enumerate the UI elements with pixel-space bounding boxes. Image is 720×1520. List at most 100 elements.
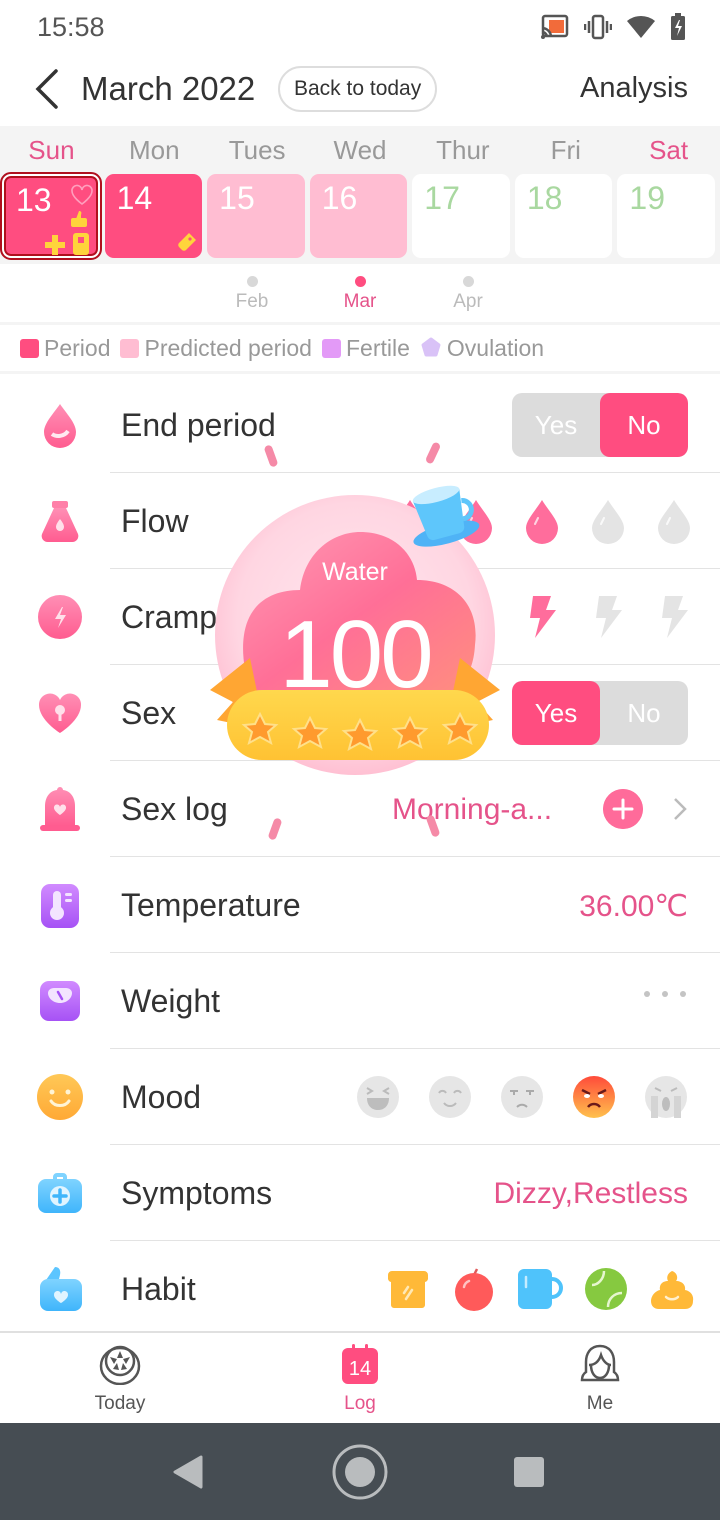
row-end-period: End period Yes No — [0, 377, 720, 473]
habit-exercise[interactable] — [582, 1263, 630, 1315]
chevron-left-icon[interactable] — [30, 68, 64, 110]
day-cell-14[interactable]: 14 — [104, 174, 203, 258]
cramps-level-3[interactable] — [518, 591, 566, 643]
symptoms-value: Dizzy,Restless — [493, 1177, 688, 1210]
drop-icon — [44, 404, 76, 448]
row-symptoms[interactable]: Symptoms Dizzy,Restless — [0, 1145, 720, 1241]
day-cell-17[interactable]: 17 — [412, 174, 510, 258]
system-home-icon[interactable] — [331, 1443, 389, 1501]
scale-icon — [40, 981, 80, 1021]
flow-level-5[interactable] — [650, 495, 698, 547]
month-label: Apr — [453, 291, 483, 312]
day-number: 15 — [219, 180, 255, 216]
cramps-level-2[interactable] — [452, 591, 500, 643]
status-time: 15:58 — [37, 12, 105, 42]
mood-angry[interactable] — [570, 1071, 618, 1123]
back-to-today-button[interactable]: Back to today — [278, 66, 438, 112]
condom-icon — [73, 233, 89, 255]
row-label: Sex — [121, 695, 177, 731]
weight-more-icon[interactable] — [644, 991, 686, 997]
weekday-label: Wed — [333, 135, 387, 165]
month-dot — [246, 276, 258, 287]
bottom-navigation: Today 14 Log Me — [0, 1331, 720, 1423]
drop-icon — [394, 500, 426, 544]
flow-level-4[interactable] — [584, 495, 632, 547]
row-temperature[interactable]: Temperature 36.00℃ — [0, 857, 720, 953]
analysis-button[interactable]: Analysis — [580, 72, 688, 105]
month-mar[interactable]: Mar — [330, 276, 390, 313]
day-cell-19[interactable]: 19 — [617, 174, 715, 258]
drop-icon — [658, 500, 690, 544]
day-number: 13 — [16, 182, 52, 218]
month-label: Mar — [343, 291, 377, 312]
day-cell-15[interactable]: 15 — [207, 174, 305, 258]
legend-label: Fertile — [345, 334, 410, 361]
add-sex-log-button[interactable] — [603, 789, 643, 829]
nav-me[interactable]: Me — [480, 1333, 720, 1423]
mood-selector — [354, 1071, 690, 1123]
day-cell-18[interactable]: 18 — [514, 174, 613, 258]
profile-icon — [580, 1344, 620, 1382]
weekday-label: Sat — [649, 135, 689, 165]
legend-predicted-period: Predicted period — [120, 335, 312, 362]
row-weight[interactable]: Weight — [0, 953, 720, 1049]
mood-happy[interactable] — [426, 1071, 474, 1123]
cup-icon — [518, 1269, 563, 1309]
drop-icon — [460, 500, 492, 544]
bolt-icon — [398, 596, 424, 638]
angry-face-icon — [573, 1076, 615, 1118]
app-header: March 2022 Back to today Analysis — [0, 52, 720, 126]
day-cell-16[interactable]: 16 — [309, 174, 408, 258]
flow-level-1[interactable] — [386, 495, 434, 547]
drop-icon — [592, 500, 624, 544]
row-label: End period — [121, 407, 276, 443]
month-dot — [462, 276, 474, 287]
habit-toast[interactable] — [384, 1263, 432, 1315]
calendar-icon: 14 — [342, 1344, 378, 1384]
toast-icon — [388, 1271, 428, 1308]
habit-apple[interactable] — [450, 1263, 498, 1315]
row-label: Weight — [121, 983, 221, 1019]
flow-level-2[interactable] — [452, 495, 500, 547]
sex-no[interactable]: No — [600, 681, 688, 745]
nav-label: Me — [586, 1393, 614, 1414]
legend-fertile: Fertile — [321, 334, 410, 362]
weekday-label: Tues — [228, 135, 286, 165]
row-label: Habit — [121, 1271, 196, 1307]
mood-annoyed[interactable] — [498, 1071, 546, 1123]
mood-laughing[interactable] — [354, 1071, 402, 1123]
row-sex-log[interactable]: Sex log Morning-a... — [0, 761, 720, 857]
month-feb[interactable]: Feb — [222, 276, 282, 313]
cramps-level-4[interactable] — [584, 591, 632, 643]
weekday-header: Sun Mon Tues Wed Thur Fri Sat — [0, 126, 720, 174]
nav-today[interactable]: Today — [0, 1333, 240, 1423]
system-recents-icon[interactable] — [513, 1456, 545, 1488]
month-apr[interactable]: Apr — [438, 276, 498, 313]
lemon-icon — [99, 1345, 141, 1385]
row-label: Sex log — [121, 791, 228, 827]
end-period-no[interactable]: No — [600, 393, 688, 457]
mood-crying[interactable] — [642, 1071, 690, 1123]
day-cell-13[interactable]: 13 — [0, 172, 102, 260]
cramps-level-5[interactable] — [650, 591, 698, 643]
chevron-right-icon[interactable] — [670, 795, 690, 823]
legend-period: Period — [20, 335, 110, 362]
system-back-icon[interactable] — [172, 1455, 204, 1489]
poop-icon — [651, 1271, 694, 1309]
cramps-level-1[interactable] — [386, 591, 434, 643]
row-label: Cramps — [121, 599, 234, 635]
end-period-yes[interactable]: Yes — [512, 393, 600, 457]
habit-water[interactable] — [516, 1263, 564, 1315]
smiley-icon — [37, 1074, 83, 1120]
nav-log[interactable]: 14 Log — [240, 1333, 480, 1423]
flow-level-3[interactable] — [518, 495, 566, 547]
habit-poop[interactable] — [648, 1263, 696, 1315]
habit-selector — [384, 1263, 696, 1315]
legend-label: Ovulation — [446, 334, 545, 361]
cramps-level-selector — [386, 591, 698, 643]
condom-icon — [40, 787, 80, 831]
row-label: Mood — [121, 1079, 202, 1115]
sex-log-value: Morning-a... — [392, 793, 553, 826]
sex-yes[interactable]: Yes — [512, 681, 600, 745]
legend-label: Period — [44, 334, 111, 361]
